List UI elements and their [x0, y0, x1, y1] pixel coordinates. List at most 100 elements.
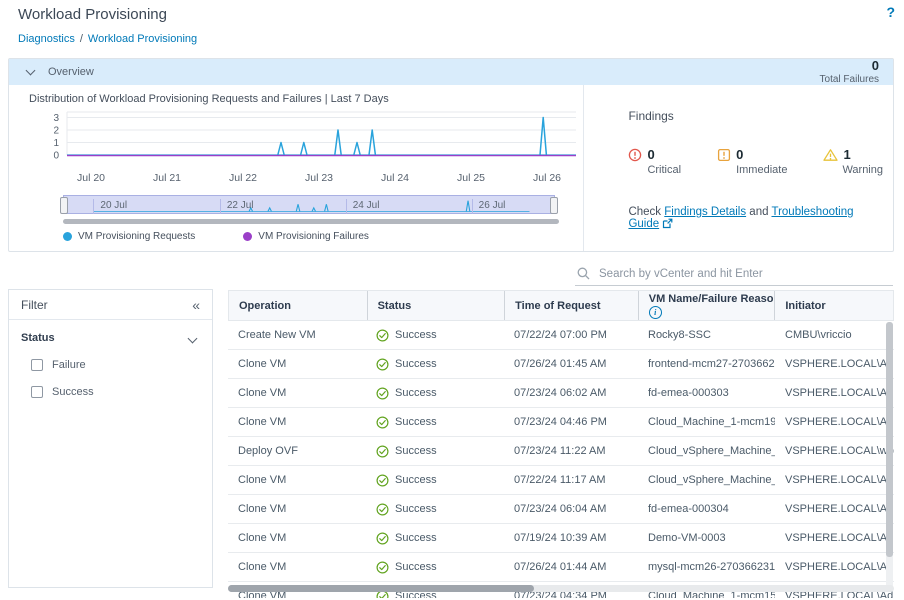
cell-status: Success: [366, 445, 504, 458]
cell-vm-name: frontend-mcm27-2703662...: [638, 358, 775, 370]
chevron-down-icon[interactable]: [26, 66, 36, 76]
note-middle: and: [749, 206, 768, 218]
horizontal-scrollbar[interactable]: [228, 585, 894, 592]
success-checkbox[interactable]: [31, 386, 43, 398]
vertical-scrollbar[interactable]: [886, 322, 893, 590]
cell-status: Success: [366, 532, 504, 545]
chart-section: Distribution of Workload Provisioning Re…: [9, 85, 583, 251]
table-row[interactable]: Clone VMSuccess07/19/24 10:39 AMDemo-VM-…: [228, 524, 894, 553]
search-icon: [577, 267, 590, 280]
svg-text:1: 1: [53, 138, 59, 149]
status-group-header[interactable]: Status: [21, 332, 200, 344]
cell-status: Success: [366, 387, 504, 400]
provisioning-chart: 3210Jul 20Jul 21Jul 22Jul 23Jul 24Jul 25…: [31, 109, 591, 193]
total-failures-value: 0: [820, 59, 879, 74]
info-icon[interactable]: i: [649, 306, 662, 319]
cell-vm-name: Demo-VM-0003: [638, 532, 775, 544]
overview-panel: Overview 0 Total Failures Distribution o…: [8, 58, 894, 252]
filter-panel: Filter « Status Failure Success: [8, 289, 213, 588]
search-bar: [575, 262, 893, 286]
cell-vm-name: Cloud_vSphere_Machine_...: [638, 474, 775, 486]
slider-handle-left[interactable]: [60, 197, 68, 214]
column-header-status: Status: [367, 291, 505, 320]
success-check-icon: [376, 329, 389, 342]
svg-text:Jul 21: Jul 21: [153, 172, 181, 184]
breadcrumb: Diagnostics/Workload Provisioning: [18, 33, 197, 45]
cell-operation: Clone VM: [228, 358, 366, 370]
external-link-icon[interactable]: [662, 218, 673, 232]
cell-initiator: VSPHERE.LOCAL\Admini: [775, 416, 894, 428]
overview-panel-title: Overview: [48, 66, 94, 78]
cell-initiator: VSPHERE.LOCAL\Admini: [775, 387, 894, 399]
immediate-count: 0: [736, 147, 743, 162]
cell-time: 07/23/24 11:22 AM: [504, 445, 638, 457]
cell-status: Success: [366, 416, 504, 429]
table-row[interactable]: Create New VMSuccess07/22/24 07:00 PMRoc…: [228, 321, 894, 350]
cell-operation: Clone VM: [228, 503, 366, 515]
cell-vm-name: fd-emea-000304: [638, 503, 775, 515]
breadcrumb-diagnostics[interactable]: Diagnostics: [18, 33, 75, 45]
column-header-initiator: Initiator: [774, 291, 893, 320]
cell-operation: Clone VM: [228, 532, 366, 544]
column-header-operation: Operation: [229, 291, 367, 320]
success-check-icon: [376, 561, 389, 574]
collapse-panel-icon[interactable]: «: [192, 297, 200, 313]
success-check-icon: [376, 503, 389, 516]
finding-critical: 0 Critical: [628, 147, 681, 176]
findings-details-link[interactable]: Findings Details: [664, 206, 746, 218]
table-row[interactable]: Clone VMSuccess07/26/24 01:44 AMmysql-mc…: [228, 553, 894, 582]
svg-text:Jul 25: Jul 25: [457, 172, 485, 184]
column-header-vm-name: VM Name/Failure Reason i: [638, 291, 775, 320]
immediate-square-icon: [717, 148, 731, 162]
cell-operation: Clone VM: [228, 416, 366, 428]
filter-option-failure: Failure: [31, 359, 200, 371]
breadcrumb-workload-provisioning[interactable]: Workload Provisioning: [88, 33, 197, 45]
table-row[interactable]: Clone VMSuccess07/22/24 11:17 AMCloud_vS…: [228, 466, 894, 495]
time-range-slider[interactable]: 20 Jul22 Jul24 Jul26 Jul: [63, 195, 555, 214]
cell-initiator: VSPHERE.LOCAL\Admini: [775, 474, 894, 486]
slider-scrollbar[interactable]: [63, 219, 559, 224]
critical-circle-icon: [628, 148, 642, 162]
failure-checkbox[interactable]: [31, 359, 43, 371]
cell-operation: Create New VM: [228, 329, 366, 341]
cell-vm-name: Rocky8-SSC: [638, 329, 775, 341]
requests-dot-icon: [63, 232, 72, 241]
status-group-label: Status: [21, 332, 55, 344]
vertical-scrollbar-thumb[interactable]: [886, 322, 893, 557]
note-prefix: Check: [628, 206, 661, 218]
cell-status: Success: [366, 358, 504, 371]
cell-initiator: VSPHERE.LOCAL\Admini: [775, 358, 894, 370]
table-row[interactable]: Clone VMSuccess07/26/24 01:45 AMfrontend…: [228, 350, 894, 379]
svg-text:0: 0: [53, 151, 59, 162]
warning-label: Warning: [842, 164, 883, 176]
table-row[interactable]: Deploy OVFSuccess07/23/24 11:22 AMCloud_…: [228, 437, 894, 466]
help-icon[interactable]: ?: [886, 4, 895, 20]
findings-title: Findings: [628, 109, 883, 123]
table-row[interactable]: Clone VMSuccess07/23/24 06:02 AMfd-emea-…: [228, 379, 894, 408]
chevron-down-icon[interactable]: [188, 333, 198, 343]
svg-text:Jul 26: Jul 26: [533, 172, 561, 184]
cell-time: 07/23/24 06:04 AM: [504, 503, 638, 515]
filter-option-success: Success: [31, 386, 200, 398]
filter-title: Filter: [21, 298, 48, 312]
cell-time: 07/23/24 06:02 AM: [504, 387, 638, 399]
search-input[interactable]: [597, 267, 893, 281]
legend-label: VM Provisioning Requests: [78, 231, 195, 242]
cell-operation: Clone VM: [228, 387, 366, 399]
immediate-label: Immediate: [736, 164, 787, 176]
cell-vm-name: fd-emea-000303: [638, 387, 775, 399]
slider-tick-label: 24 Jul: [346, 199, 380, 214]
table-row[interactable]: Clone VMSuccess07/23/24 04:46 PMCloud_Ma…: [228, 408, 894, 437]
cell-status: Success: [366, 329, 504, 342]
cell-time: 07/26/24 01:44 AM: [504, 561, 638, 573]
slider-handle-right[interactable]: [550, 197, 558, 214]
slider-tick-label: 20 Jul: [93, 199, 127, 214]
filter-group-status: Status Failure Success: [9, 320, 212, 410]
cell-time: 07/23/24 04:46 PM: [504, 416, 638, 428]
cell-time: 07/26/24 01:45 AM: [504, 358, 638, 370]
legend-label: VM Provisioning Failures: [258, 231, 369, 242]
horizontal-scrollbar-thumb[interactable]: [228, 585, 534, 592]
success-check-icon: [376, 532, 389, 545]
overview-panel-header[interactable]: Overview 0 Total Failures: [9, 59, 893, 85]
table-row[interactable]: Clone VMSuccess07/23/24 06:04 AMfd-emea-…: [228, 495, 894, 524]
